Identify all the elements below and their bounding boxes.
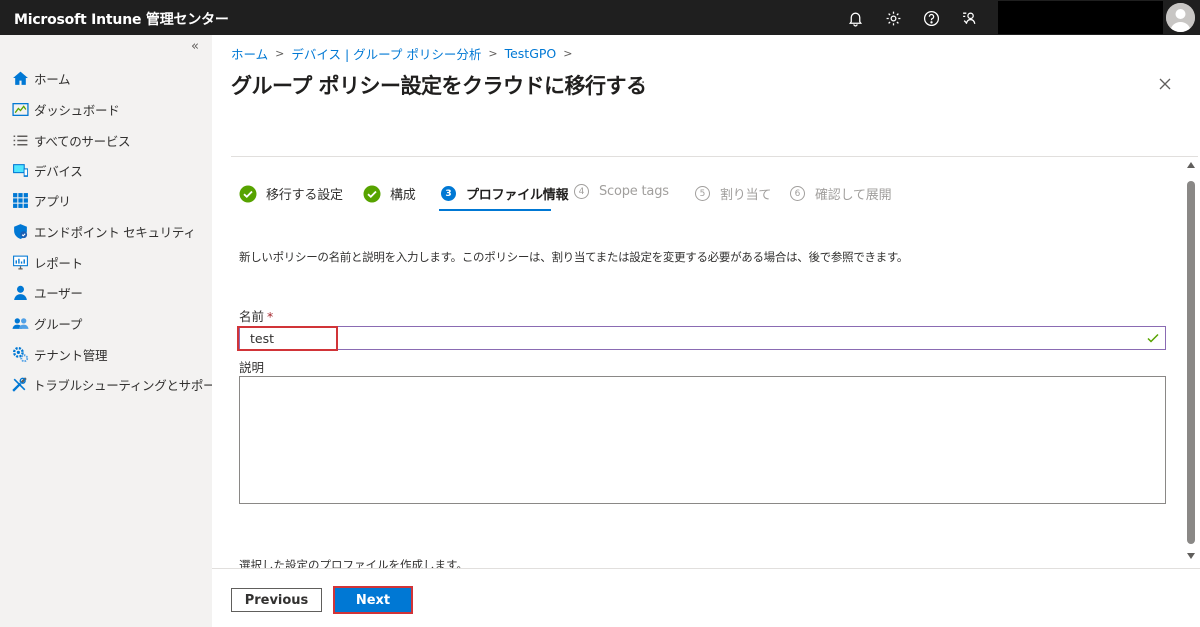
chevron-right-icon: > bbox=[563, 47, 573, 60]
step-label: 移行する設定 bbox=[266, 188, 343, 203]
sidebar-item-label: ユーザー bbox=[34, 285, 83, 301]
sidebar-item-troubleshooting[interactable]: トラブルシューティングとサポート bbox=[0, 369, 228, 399]
sidebar-item-reports[interactable]: レポート bbox=[0, 247, 212, 277]
sidebar-item-label: すべてのサービス bbox=[34, 133, 131, 149]
required-mark: * bbox=[267, 309, 274, 324]
valid-check-icon bbox=[1147, 333, 1159, 343]
sidebar-item-tenant-admin[interactable]: テナント管理 bbox=[0, 339, 212, 369]
name-label-text: 名前 bbox=[239, 309, 265, 324]
sidebar-item-home[interactable]: ホーム bbox=[0, 63, 212, 93]
step-label: プロファイル情報 bbox=[466, 188, 569, 203]
step-label: 割り当て bbox=[720, 188, 772, 203]
bell-icon[interactable] bbox=[843, 6, 867, 30]
step-label: 確認して展開 bbox=[815, 188, 892, 203]
chevron-right-icon: > bbox=[488, 47, 498, 60]
tools-icon bbox=[11, 375, 28, 393]
sidebar-item-label: ダッシュボード bbox=[34, 102, 120, 118]
step-number: 4 bbox=[574, 184, 589, 199]
dashboard-icon bbox=[11, 100, 29, 118]
scroll-down-icon[interactable] bbox=[1187, 553, 1195, 559]
home-icon bbox=[11, 69, 29, 87]
sidebar-item-label: ホーム bbox=[34, 71, 71, 87]
chevron-right-icon: > bbox=[275, 47, 285, 60]
collapse-sidebar-button[interactable]: « bbox=[191, 39, 199, 54]
sidebar-item-label: トラブルシューティングとサポート bbox=[33, 377, 228, 393]
shield-icon bbox=[11, 222, 29, 240]
step-migrate-settings[interactable]: 移行する設定 bbox=[239, 184, 343, 203]
close-icon[interactable] bbox=[1157, 76, 1173, 92]
step-review-deploy[interactable]: 6 確認して展開 bbox=[790, 184, 892, 203]
step-assignments[interactable]: 5 割り当て bbox=[695, 184, 771, 203]
previous-button[interactable]: Previous bbox=[231, 588, 322, 612]
step-number: 6 bbox=[790, 186, 805, 201]
step-number: 5 bbox=[695, 186, 710, 201]
tenant-icon bbox=[11, 345, 29, 363]
gear-icon[interactable] bbox=[881, 6, 905, 30]
scroll-up-icon[interactable] bbox=[1187, 162, 1195, 168]
breadcrumb-devices-gp-analytics[interactable]: デバイス | グループ ポリシー分析 bbox=[291, 44, 481, 63]
apps-icon bbox=[11, 191, 29, 209]
step-label: Scope tags bbox=[599, 184, 669, 199]
name-field[interactable] bbox=[239, 326, 1166, 350]
check-circle-icon bbox=[363, 185, 381, 202]
breadcrumb-testgpo[interactable]: TestGPO bbox=[505, 46, 557, 61]
top-bar: Microsoft Intune 管理センター bbox=[0, 0, 1200, 35]
feedback-icon[interactable] bbox=[957, 6, 981, 30]
sidebar-item-all-services[interactable]: すべてのサービス bbox=[0, 125, 212, 155]
step-profile-info[interactable]: 3 プロファイル情報 bbox=[441, 184, 569, 203]
footer-note: 選択した設定のプロファイルを作成します。 bbox=[239, 558, 468, 568]
check-circle-icon bbox=[239, 185, 257, 202]
help-icon[interactable] bbox=[919, 6, 943, 30]
active-step-indicator bbox=[439, 209, 551, 211]
page-title: グループ ポリシー設定をクラウドに移行する bbox=[231, 74, 647, 98]
sidebar-item-endpoint-security[interactable]: エンドポイント セキュリティ bbox=[0, 216, 212, 246]
list-icon bbox=[11, 131, 29, 149]
sidebar-item-users[interactable]: ユーザー bbox=[0, 277, 212, 307]
sidebar-item-label: グループ bbox=[34, 316, 83, 332]
sidebar-item-label: デバイス bbox=[34, 163, 83, 179]
next-button[interactable]: Next bbox=[335, 588, 411, 612]
sidebar-item-devices[interactable]: デバイス bbox=[0, 155, 212, 185]
main-panel: ホーム > デバイス | グループ ポリシー分析 > TestGPO > グルー… bbox=[212, 35, 1200, 627]
report-icon bbox=[11, 253, 29, 271]
vertical-scrollbar[interactable] bbox=[1183, 156, 1200, 568]
sidebar-item-label: レポート bbox=[34, 255, 83, 271]
step-configuration[interactable]: 構成 bbox=[363, 184, 416, 203]
breadcrumb-home[interactable]: ホーム bbox=[231, 44, 268, 63]
app-title[interactable]: Microsoft Intune 管理センター bbox=[14, 9, 229, 29]
sidebar-item-apps[interactable]: アプリ bbox=[0, 185, 212, 215]
wizard-footer: Previous Next bbox=[212, 568, 1200, 627]
sidebar-item-dashboard[interactable]: ダッシュボード bbox=[0, 94, 212, 124]
step-number: 3 bbox=[441, 186, 456, 201]
sidebar-item-label: エンドポイント セキュリティ bbox=[34, 224, 196, 240]
sidebar-item-groups[interactable]: グループ bbox=[0, 308, 212, 338]
scrollbar-thumb[interactable] bbox=[1187, 181, 1195, 544]
group-icon bbox=[11, 314, 29, 332]
breadcrumb: ホーム > デバイス | グループ ポリシー分析 > TestGPO > bbox=[231, 44, 580, 63]
description-label: 説明 bbox=[239, 360, 265, 375]
sidebar-item-label: テナント管理 bbox=[34, 347, 108, 363]
avatar[interactable] bbox=[1166, 3, 1195, 32]
step-scope-tags[interactable]: 4 Scope tags bbox=[574, 184, 669, 199]
user-icon bbox=[11, 283, 29, 301]
name-label: 名前 * bbox=[239, 306, 273, 325]
devices-icon bbox=[11, 161, 29, 179]
account-info[interactable] bbox=[998, 1, 1163, 34]
sidebar-item-label: アプリ bbox=[34, 193, 71, 209]
sidebar: « ホーム ダッシュボード すべてのサービス デバイス アプリ エンドポイント … bbox=[0, 35, 228, 627]
description-field[interactable] bbox=[239, 376, 1166, 504]
more-options-button[interactable]: ··· bbox=[632, 75, 645, 91]
step-label: 構成 bbox=[390, 188, 416, 203]
form-description: 新しいポリシーの名前と説明を入力します。このポリシーは、割り当てまたは設定を変更… bbox=[239, 250, 909, 264]
divider bbox=[231, 156, 1198, 157]
